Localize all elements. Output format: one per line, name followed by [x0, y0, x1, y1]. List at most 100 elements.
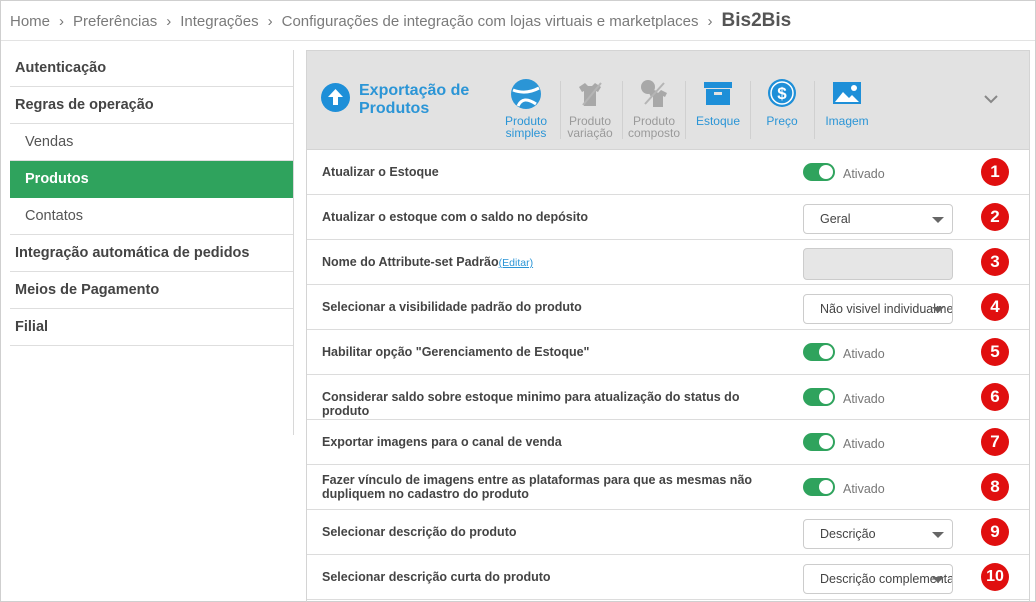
- visibility-select[interactable]: Não visivel individualmente: [803, 294, 953, 324]
- setting-label: Atualizar o estoque com o saldo no depós…: [322, 210, 588, 224]
- short-description-select[interactable]: Descrição complementar: [803, 564, 953, 594]
- breadcrumb-separator: ›: [166, 12, 172, 30]
- breadcrumb-separator: ›: [267, 12, 273, 30]
- number-badge: 4: [981, 293, 1009, 321]
- breadcrumb-separator: ›: [707, 12, 713, 30]
- number-badge: 8: [981, 473, 1009, 501]
- sidebar-divider: [293, 50, 294, 435]
- breadcrumb-integracoes[interactable]: Integrações: [180, 13, 258, 30]
- toggle-switch[interactable]: [803, 163, 835, 181]
- breadcrumb-configuracoes[interactable]: Configurações de integração com lojas vi…: [282, 13, 699, 30]
- breadcrumb: Home › Preferências › Integrações › Conf…: [10, 9, 791, 33]
- breadcrumb-home[interactable]: Home: [10, 13, 50, 30]
- setting-row: Selecionar descrição do produto Descriçã…: [307, 510, 1029, 555]
- tool-estoque[interactable]: Estoque: [687, 77, 749, 127]
- setting-row: Atualizar o Estoque Ativado 1: [307, 150, 1029, 195]
- deposit-select[interactable]: Geral: [803, 204, 953, 234]
- number-badge: 3: [981, 248, 1009, 276]
- tool-label: Preço: [766, 114, 798, 128]
- sidebar-item-contatos[interactable]: Contatos: [10, 198, 294, 235]
- panel-header: Exportação de Produtos Produto simples P…: [307, 51, 1029, 150]
- number-badge: 9: [981, 518, 1009, 546]
- select-value: Geral: [820, 212, 851, 226]
- setting-label: Selecionar a visibilidade padrão do prod…: [322, 300, 582, 314]
- dollar-icon: $: [751, 77, 813, 115]
- setting-row: Exportar imagens para o canal de venda A…: [307, 420, 1029, 465]
- number-badge: 6: [981, 383, 1009, 411]
- toggle-status: Ativado: [843, 347, 885, 361]
- setting-label: Atualizar o Estoque: [322, 165, 439, 179]
- sidebar-item-filial[interactable]: Filial: [10, 309, 294, 346]
- tool-produto-simples[interactable]: Produto simples: [495, 77, 557, 139]
- tool-produto-composto[interactable]: Produto composto: [623, 77, 685, 139]
- setting-label: Nome do Attribute-set Padrão(Editar): [322, 255, 782, 270]
- toolbar-separator: [685, 81, 686, 139]
- toolbar-separator: [814, 81, 815, 139]
- tool-preco[interactable]: $ Preço: [751, 77, 813, 127]
- breadcrumb-preferencias[interactable]: Preferências: [73, 13, 157, 30]
- sidebar-item-regras-de-operacao[interactable]: Regras de operação: [10, 87, 294, 124]
- setting-label: Selecionar descrição curta do produto: [322, 570, 551, 584]
- toggle-switch[interactable]: [803, 388, 835, 406]
- caret-down-icon: [932, 577, 944, 583]
- setting-label: Considerar saldo sobre estoque minimo pa…: [322, 390, 740, 418]
- sidebar-item-integracao-automatica[interactable]: Integração automática de pedidos: [10, 235, 294, 272]
- arrow-up-icon: [321, 83, 350, 112]
- setting-label: Exportar imagens para o canal de venda: [322, 435, 562, 449]
- tool-label: Produto simples: [504, 114, 548, 140]
- setting-row: Fazer vínculo de imagens entre as plataf…: [307, 465, 1029, 510]
- number-badge: 1: [981, 158, 1009, 186]
- setting-label: Selecionar descrição do produto: [322, 525, 517, 539]
- attribute-set-input: [803, 248, 953, 280]
- toggle-status: Ativado: [843, 392, 885, 406]
- caret-down-icon: [932, 307, 944, 313]
- header-divider: [1, 40, 1035, 41]
- setting-row: Nome do Attribute-set Padrão(Editar) 3: [307, 240, 1029, 285]
- panel-title: Exportação de Produtos: [359, 82, 470, 117]
- toggle-status: Ativado: [843, 437, 885, 451]
- toggle-status: Ativado: [843, 167, 885, 181]
- image-icon: [816, 77, 878, 115]
- box-icon: [687, 77, 749, 115]
- tool-label: Imagem: [825, 114, 869, 128]
- caret-down-icon: [932, 217, 944, 223]
- setting-label: Habilitar opção "Gerenciamento de Estoqu…: [322, 345, 590, 359]
- number-badge: 10: [981, 563, 1009, 591]
- setting-row: Selecionar descrição curta do produto De…: [307, 555, 1029, 600]
- sidebar-item-meios-de-pagamento[interactable]: Meios de Pagamento: [10, 272, 294, 309]
- attribute-set-label: Nome do Attribute-set Padrão: [322, 255, 499, 269]
- sidebar: Autenticação Regras de operação Vendas P…: [10, 50, 294, 346]
- toggle-switch[interactable]: [803, 478, 835, 496]
- setting-row: Considerar saldo sobre estoque minimo pa…: [307, 375, 1029, 420]
- tool-imagem[interactable]: Imagem: [816, 77, 878, 127]
- tool-label: Produto variação: [567, 114, 613, 140]
- sidebar-item-produtos[interactable]: Produtos: [10, 161, 294, 198]
- breadcrumb-separator: ›: [59, 12, 65, 30]
- edit-link[interactable]: (Editar): [499, 257, 533, 269]
- chevron-down-icon[interactable]: [981, 89, 1001, 109]
- number-badge: 2: [981, 203, 1009, 231]
- export-panel: Exportação de Produtos Produto simples P…: [306, 50, 1030, 602]
- setting-label: Fazer vínculo de imagens entre as plataf…: [322, 473, 753, 501]
- setting-row: Habilitar opção "Gerenciamento de Estoqu…: [307, 330, 1029, 375]
- sidebar-item-autenticacao[interactable]: Autenticação: [10, 50, 294, 87]
- number-badge: 5: [981, 338, 1009, 366]
- toggle-status: Ativado: [843, 482, 885, 496]
- number-badge: 7: [981, 428, 1009, 456]
- toggle-switch[interactable]: [803, 433, 835, 451]
- description-select[interactable]: Descrição: [803, 519, 953, 549]
- toggle-switch[interactable]: [803, 343, 835, 361]
- setting-row: Atualizar o estoque com o saldo no depós…: [307, 195, 1029, 240]
- setting-row: Selecionar a visibilidade padrão do prod…: [307, 285, 1029, 330]
- tool-produto-variacao[interactable]: Produto variação: [559, 77, 621, 139]
- page-title: Bis2Bis: [721, 10, 792, 31]
- ball-icon: [495, 77, 557, 115]
- tool-label: Produto composto: [627, 114, 681, 140]
- tool-label: Estoque: [695, 114, 741, 128]
- shirt-variation-icon: [559, 77, 621, 115]
- select-value: Descrição: [820, 527, 876, 541]
- caret-down-icon: [932, 532, 944, 538]
- svg-text:$: $: [777, 84, 787, 103]
- shirt-composite-icon: [623, 77, 685, 115]
- sidebar-item-vendas[interactable]: Vendas: [10, 124, 294, 161]
